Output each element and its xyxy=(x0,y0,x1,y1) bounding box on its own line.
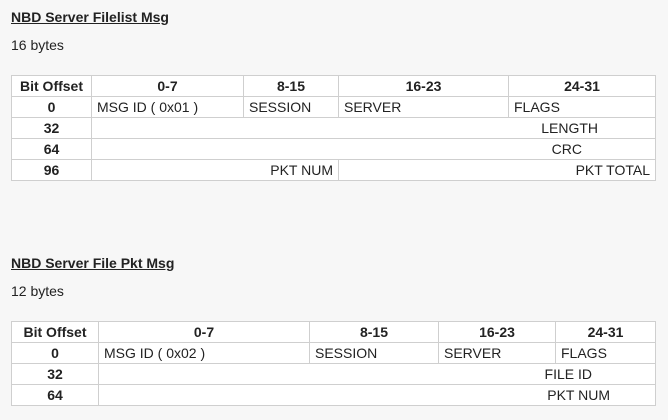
header-bits-24-31: 24-31 xyxy=(555,321,656,343)
message-size-filelist: 16 bytes xyxy=(11,37,64,53)
file-id-field: FILE ID xyxy=(98,363,656,385)
offset-cell: 64 xyxy=(11,384,99,406)
table-row: 0 MSG ID ( 0x01 ) SESSION SERVER FLAGS xyxy=(11,96,656,118)
header-bits-8-15: 8-15 xyxy=(243,75,339,97)
length-field: LENGTH xyxy=(91,117,656,139)
header-bits-24-31: 24-31 xyxy=(508,75,656,97)
message-size-file-pkt: 12 bytes xyxy=(11,283,64,299)
filelist-msg-table: Bit Offset 0-7 8-15 16-23 24-31 0 MSG ID… xyxy=(11,75,656,181)
offset-cell: 64 xyxy=(11,138,92,160)
msg-id-field: MSG ID ( 0x02 ) xyxy=(98,342,310,364)
offset-cell: 96 xyxy=(11,159,92,181)
flags-field: FLAGS xyxy=(555,342,656,364)
session-field: SESSION xyxy=(309,342,439,364)
header-bits-16-23: 16-23 xyxy=(338,75,509,97)
pkt-total-field: PKT TOTAL xyxy=(338,159,656,181)
table-header-row: Bit Offset 0-7 8-15 16-23 24-31 xyxy=(11,75,656,97)
flags-field: FLAGS xyxy=(508,96,656,118)
header-bits-0-7: 0-7 xyxy=(98,321,310,343)
section-title-file-pkt: NBD Server File Pkt Msg xyxy=(11,255,175,271)
offset-cell: 32 xyxy=(11,363,99,385)
offset-cell: 0 xyxy=(11,342,99,364)
table-row: 64 PKT NUM xyxy=(11,384,656,406)
session-field: SESSION xyxy=(243,96,339,118)
header-bits-8-15: 8-15 xyxy=(309,321,439,343)
crc-field: CRC xyxy=(91,138,656,160)
table-row: 96 PKT NUM PKT TOTAL xyxy=(11,159,656,181)
pkt-num-field: PKT NUM xyxy=(91,159,339,181)
table-header-row: Bit Offset 0-7 8-15 16-23 24-31 xyxy=(11,321,656,343)
offset-cell: 32 xyxy=(11,117,92,139)
table-row: 32 LENGTH xyxy=(11,117,656,139)
header-bit-offset: Bit Offset xyxy=(11,75,92,97)
msg-id-field: MSG ID ( 0x01 ) xyxy=(91,96,244,118)
section-title-filelist: NBD Server Filelist Msg xyxy=(11,9,169,25)
header-bits-0-7: 0-7 xyxy=(91,75,244,97)
table-row: 0 MSG ID ( 0x02 ) SESSION SERVER FLAGS xyxy=(11,342,656,364)
header-bits-16-23: 16-23 xyxy=(438,321,556,343)
server-field: SERVER xyxy=(338,96,509,118)
table-row: 32 FILE ID xyxy=(11,363,656,385)
server-field: SERVER xyxy=(438,342,556,364)
pkt-num-field: PKT NUM xyxy=(98,384,656,406)
offset-cell: 0 xyxy=(11,96,92,118)
table-row: 64 CRC xyxy=(11,138,656,160)
header-bit-offset: Bit Offset xyxy=(11,321,99,343)
file-pkt-msg-table: Bit Offset 0-7 8-15 16-23 24-31 0 MSG ID… xyxy=(11,321,656,406)
